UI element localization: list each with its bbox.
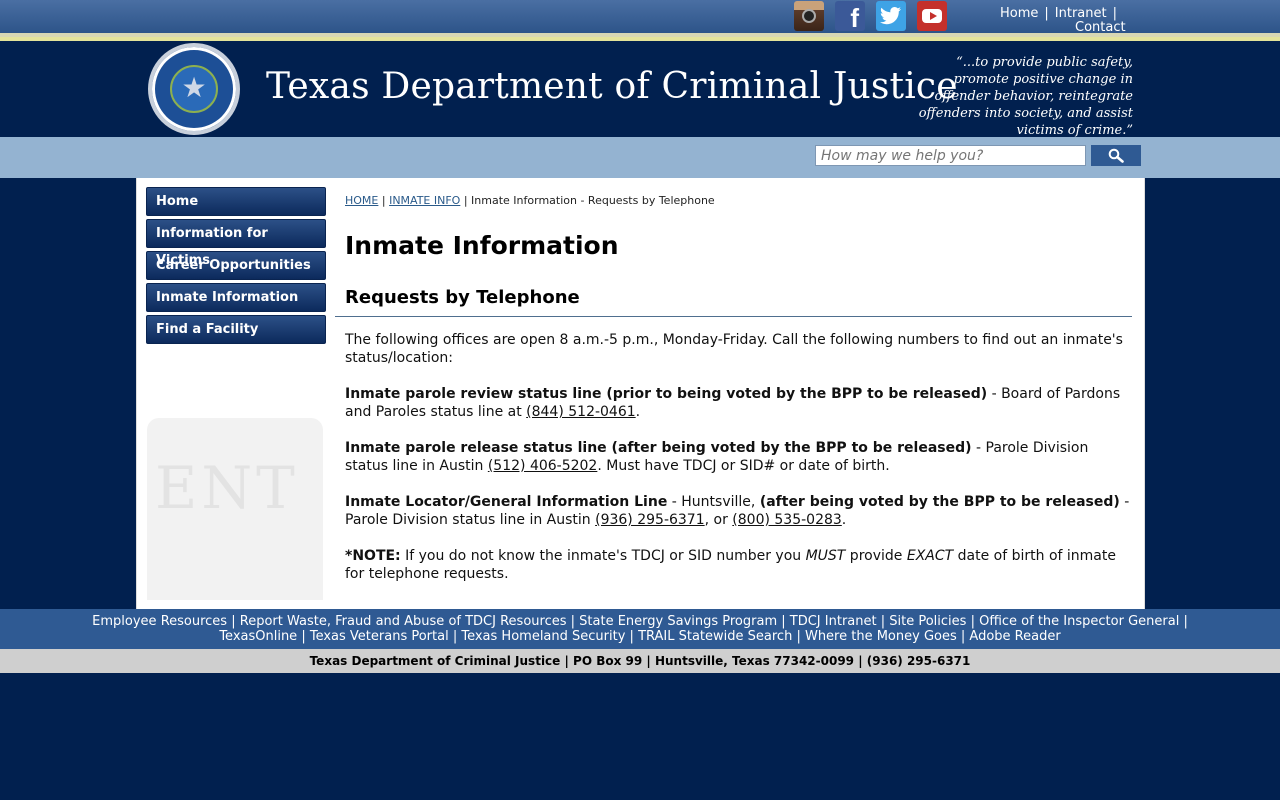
search-input[interactable] bbox=[815, 145, 1086, 166]
search-icon bbox=[1108, 148, 1124, 163]
parole-release-paragraph: Inmate parole release status line (after… bbox=[345, 439, 1132, 475]
footer-links: Employee Resources | Report Waste, Fraud… bbox=[0, 609, 1280, 649]
parole-review-heading: Inmate parole review status line (prior … bbox=[345, 386, 988, 402]
footer-link-texasonline[interactable]: TexasOnline bbox=[219, 629, 297, 644]
top-link-separator: | bbox=[1112, 6, 1117, 21]
footer-link-site-policies[interactable]: Site Policies bbox=[889, 614, 966, 629]
footer-link-separator: | bbox=[792, 629, 805, 644]
inmate-locator-phone-link-2[interactable]: (800) 535-0283 bbox=[732, 512, 842, 528]
sidebar-item-find-a-facility[interactable]: Find a Facility bbox=[146, 315, 326, 344]
page-title: Inmate Information bbox=[345, 231, 619, 260]
seal-star-icon: ★ bbox=[181, 71, 207, 104]
note-must: MUST bbox=[805, 548, 846, 564]
intro-paragraph: The following offices are open 8 a.m.-5 … bbox=[345, 332, 1123, 366]
breadcrumb-separator: | bbox=[460, 194, 472, 207]
inmate-locator-or: , or bbox=[704, 512, 733, 528]
top-link-separator: | bbox=[1044, 6, 1049, 21]
note-exact: EXACT bbox=[906, 548, 954, 564]
footer-link-separator: | bbox=[876, 614, 890, 629]
breadcrumb-separator: | bbox=[378, 194, 390, 207]
footer-link-where-the-money-goes[interactable]: Where the Money Goes bbox=[805, 629, 957, 644]
top-link-home[interactable]: Home bbox=[1000, 6, 1038, 21]
note-label: *NOTE: bbox=[345, 548, 401, 564]
footer-link-texas-homeland-security[interactable]: Texas Homeland Security bbox=[461, 629, 625, 644]
footer-link-separator: | bbox=[777, 614, 790, 629]
instagram-icon[interactable] bbox=[794, 1, 824, 31]
parole-release-phone-link[interactable]: (512) 406-5202 bbox=[488, 458, 598, 474]
sidebar-item-career-opportunities[interactable]: Career Opportunities bbox=[146, 251, 326, 280]
watermark-seal: ENT bbox=[147, 418, 323, 600]
footer-link-separator: | bbox=[625, 629, 639, 644]
side-navigation: Home Information for Victims Career Oppo… bbox=[146, 187, 326, 347]
parole-review-paragraph: Inmate parole review status line (prior … bbox=[345, 385, 1132, 421]
footer-link-adobe-reader[interactable]: Adobe Reader bbox=[969, 629, 1060, 644]
site-title[interactable]: Texas Department of Criminal Justice bbox=[266, 65, 958, 109]
facebook-icon[interactable]: f bbox=[835, 1, 865, 33]
footer-link-separator: | bbox=[227, 614, 240, 629]
main-area: ENT Home Information for Victims Career … bbox=[136, 178, 1145, 609]
page-subtitle: Requests by Telephone bbox=[345, 287, 580, 308]
note-paragraph: *NOTE: If you do not know the inmate's T… bbox=[345, 547, 1132, 583]
footer-link-state-energy-savings-program[interactable]: State Energy Savings Program bbox=[579, 614, 777, 629]
footer-link-tdcj-intranet[interactable]: TDCJ Intranet bbox=[790, 614, 877, 629]
search-button[interactable] bbox=[1091, 145, 1141, 166]
parole-release-heading: Inmate parole release status line (after… bbox=[345, 440, 972, 456]
inmate-locator-phone-link-1[interactable]: (936) 295-6371 bbox=[595, 512, 705, 528]
footer-link-texas-veterans-portal[interactable]: Texas Veterans Portal bbox=[310, 629, 449, 644]
tdcj-seal-logo[interactable]: ★ bbox=[148, 43, 240, 135]
inmate-locator-text: - Huntsville, bbox=[667, 494, 760, 510]
section-divider bbox=[335, 316, 1132, 317]
top-links: Home | Intranet | Contact bbox=[1000, 7, 1140, 35]
inmate-locator-end: . bbox=[841, 512, 847, 528]
top-bar: f Home | Intranet | Contact bbox=[0, 0, 1280, 35]
breadcrumb: HOME | INMATE INFO | Inmate Information … bbox=[345, 194, 715, 207]
agency-motto: “...to provide public safety, promote po… bbox=[918, 55, 1133, 138]
note-text-2: provide bbox=[845, 548, 907, 564]
footer-link-separator: | bbox=[448, 629, 462, 644]
top-link-intranet[interactable]: Intranet bbox=[1055, 6, 1107, 21]
footer-link-employee-resources[interactable]: Employee Resources bbox=[92, 614, 227, 629]
parole-review-phone-link[interactable]: (844) 512-0461 bbox=[526, 404, 636, 420]
footer-link-separator: | bbox=[297, 629, 310, 644]
footer-address: Texas Department of Criminal Justice | P… bbox=[0, 649, 1280, 673]
footer-link-report-waste-fraud-and-abuse-of-tdcj-resources[interactable]: Report Waste, Fraud and Abuse of TDCJ Re… bbox=[240, 614, 567, 629]
breadcrumb-current: Inmate Information - Requests by Telepho… bbox=[471, 194, 715, 207]
header-stripe bbox=[0, 33, 1280, 41]
inmate-locator-condition: (after being voted by the BPP to be rele… bbox=[759, 494, 1120, 510]
parole-release-end: . Must have TDCJ or SID# or date of birt… bbox=[597, 458, 890, 474]
footer-link-separator: | bbox=[1179, 614, 1188, 629]
breadcrumb-home[interactable]: HOME bbox=[345, 194, 378, 207]
youtube-icon[interactable] bbox=[917, 1, 947, 31]
footer-link-office-of-the-inspector-general[interactable]: Office of the Inspector General bbox=[979, 614, 1179, 629]
site-header: ★ Texas Department of Criminal Justice “… bbox=[0, 41, 1280, 138]
search-bar bbox=[0, 137, 1280, 178]
inmate-locator-paragraph: Inmate Locator/General Information Line … bbox=[345, 493, 1132, 529]
watermark-text: ENT bbox=[155, 454, 299, 522]
parole-review-end: . bbox=[635, 404, 641, 420]
sidebar-item-home[interactable]: Home bbox=[146, 187, 326, 216]
breadcrumb-inmate-info[interactable]: INMATE INFO bbox=[389, 194, 460, 207]
twitter-icon[interactable] bbox=[876, 1, 906, 31]
body-text: The following offices are open 8 a.m.-5 … bbox=[345, 331, 1132, 601]
footer-link-separator: | bbox=[966, 614, 980, 629]
footer-link-separator: | bbox=[956, 629, 970, 644]
footer-link-separator: | bbox=[566, 614, 580, 629]
note-text: If you do not know the inmate's TDCJ or … bbox=[400, 548, 806, 564]
inmate-locator-heading: Inmate Locator/General Information Line bbox=[345, 494, 668, 510]
footer-link-trail-statewide-search[interactable]: TRAIL Statewide Search bbox=[638, 629, 792, 644]
sidebar-item-inmate-information[interactable]: Inmate Information bbox=[146, 283, 326, 312]
sidebar-item-information-for-victims[interactable]: Information for Victims bbox=[146, 219, 326, 268]
